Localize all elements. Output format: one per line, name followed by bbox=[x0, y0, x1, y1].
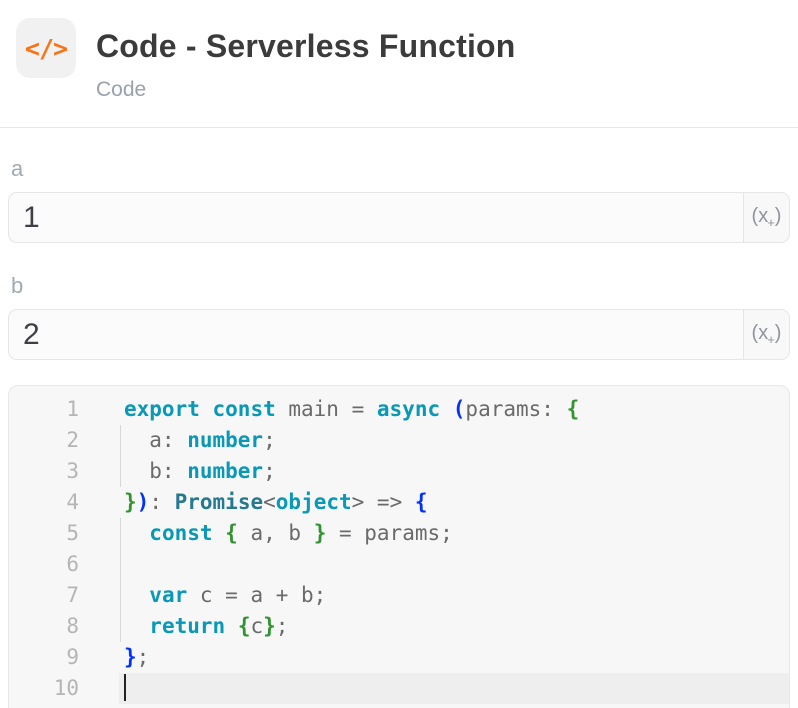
insert-variable-button-b[interactable]: (x+) bbox=[743, 310, 789, 359]
code-line[interactable]: 10 bbox=[9, 673, 789, 704]
variable-icon: (x+) bbox=[752, 322, 782, 347]
code-line[interactable]: 2 a: number; bbox=[9, 425, 789, 456]
input-b[interactable]: 2 (x+) bbox=[8, 309, 790, 360]
line-number: 6 bbox=[9, 549, 79, 580]
step-subtitle: Code bbox=[96, 78, 146, 102]
code-editor[interactable]: 1export const main = async (params: {2 a… bbox=[8, 385, 790, 708]
code-line[interactable]: 3 b: number; bbox=[9, 456, 789, 487]
code-line-content[interactable]: a: number; bbox=[119, 425, 789, 456]
field-label-a: a bbox=[11, 156, 790, 182]
line-number: 9 bbox=[9, 642, 79, 673]
text-cursor bbox=[124, 674, 126, 701]
variable-icon: (x+) bbox=[752, 205, 782, 230]
code-line-content[interactable]: return {c}; bbox=[119, 611, 789, 642]
code-line[interactable]: 8 return {c}; bbox=[9, 611, 789, 642]
code-line[interactable]: 5 const { a, b } = params; bbox=[9, 518, 789, 549]
line-number: 5 bbox=[9, 518, 79, 549]
code-line-content[interactable]: const { a, b } = params; bbox=[119, 518, 789, 549]
code-line-content[interactable]: export const main = async (params: { bbox=[119, 394, 789, 425]
step-header: </> Code - Serverless Function Code bbox=[0, 0, 798, 128]
code-line[interactable]: 7 var c = a + b; bbox=[9, 580, 789, 611]
line-number: 2 bbox=[9, 425, 79, 456]
indent-guide bbox=[120, 518, 121, 642]
code-line-content[interactable]: b: number; bbox=[119, 456, 789, 487]
input-b-value[interactable]: 2 bbox=[9, 310, 743, 359]
code-line-content[interactable]: var c = a + b; bbox=[119, 580, 789, 611]
page-title: Code - Serverless Function bbox=[96, 28, 516, 65]
line-number: 4 bbox=[9, 487, 79, 518]
indent-guide bbox=[120, 425, 121, 487]
code-line-content[interactable] bbox=[119, 549, 789, 580]
field-b: b 2 (x+) bbox=[8, 273, 790, 360]
line-number: 10 bbox=[9, 673, 79, 704]
input-a-value[interactable]: 1 bbox=[9, 193, 743, 242]
code-step-icon: </> bbox=[16, 18, 76, 78]
insert-variable-button-a[interactable]: (x+) bbox=[743, 193, 789, 242]
code-line[interactable]: 9}; bbox=[9, 642, 789, 673]
code-line[interactable]: 4 }): Promise<object> => { bbox=[9, 487, 789, 518]
code-line-content[interactable]: }): Promise<object> => { bbox=[119, 487, 789, 518]
code-line-content[interactable] bbox=[119, 673, 789, 704]
code-line[interactable]: 1 export const main = async (params: { bbox=[9, 394, 789, 425]
input-a[interactable]: 1 (x+) bbox=[8, 192, 790, 243]
code-line[interactable]: 6 bbox=[9, 549, 789, 580]
code-lines: 1export const main = async (params: {2 a… bbox=[9, 394, 789, 704]
field-a: a 1 (x+) bbox=[8, 156, 790, 243]
line-number: 1 bbox=[9, 394, 79, 425]
field-label-b: b bbox=[11, 273, 790, 299]
code-icon: </> bbox=[25, 34, 67, 63]
code-line-content[interactable]: }; bbox=[119, 642, 789, 673]
line-number: 7 bbox=[9, 580, 79, 611]
line-number: 8 bbox=[9, 611, 79, 642]
line-number: 3 bbox=[9, 456, 79, 487]
